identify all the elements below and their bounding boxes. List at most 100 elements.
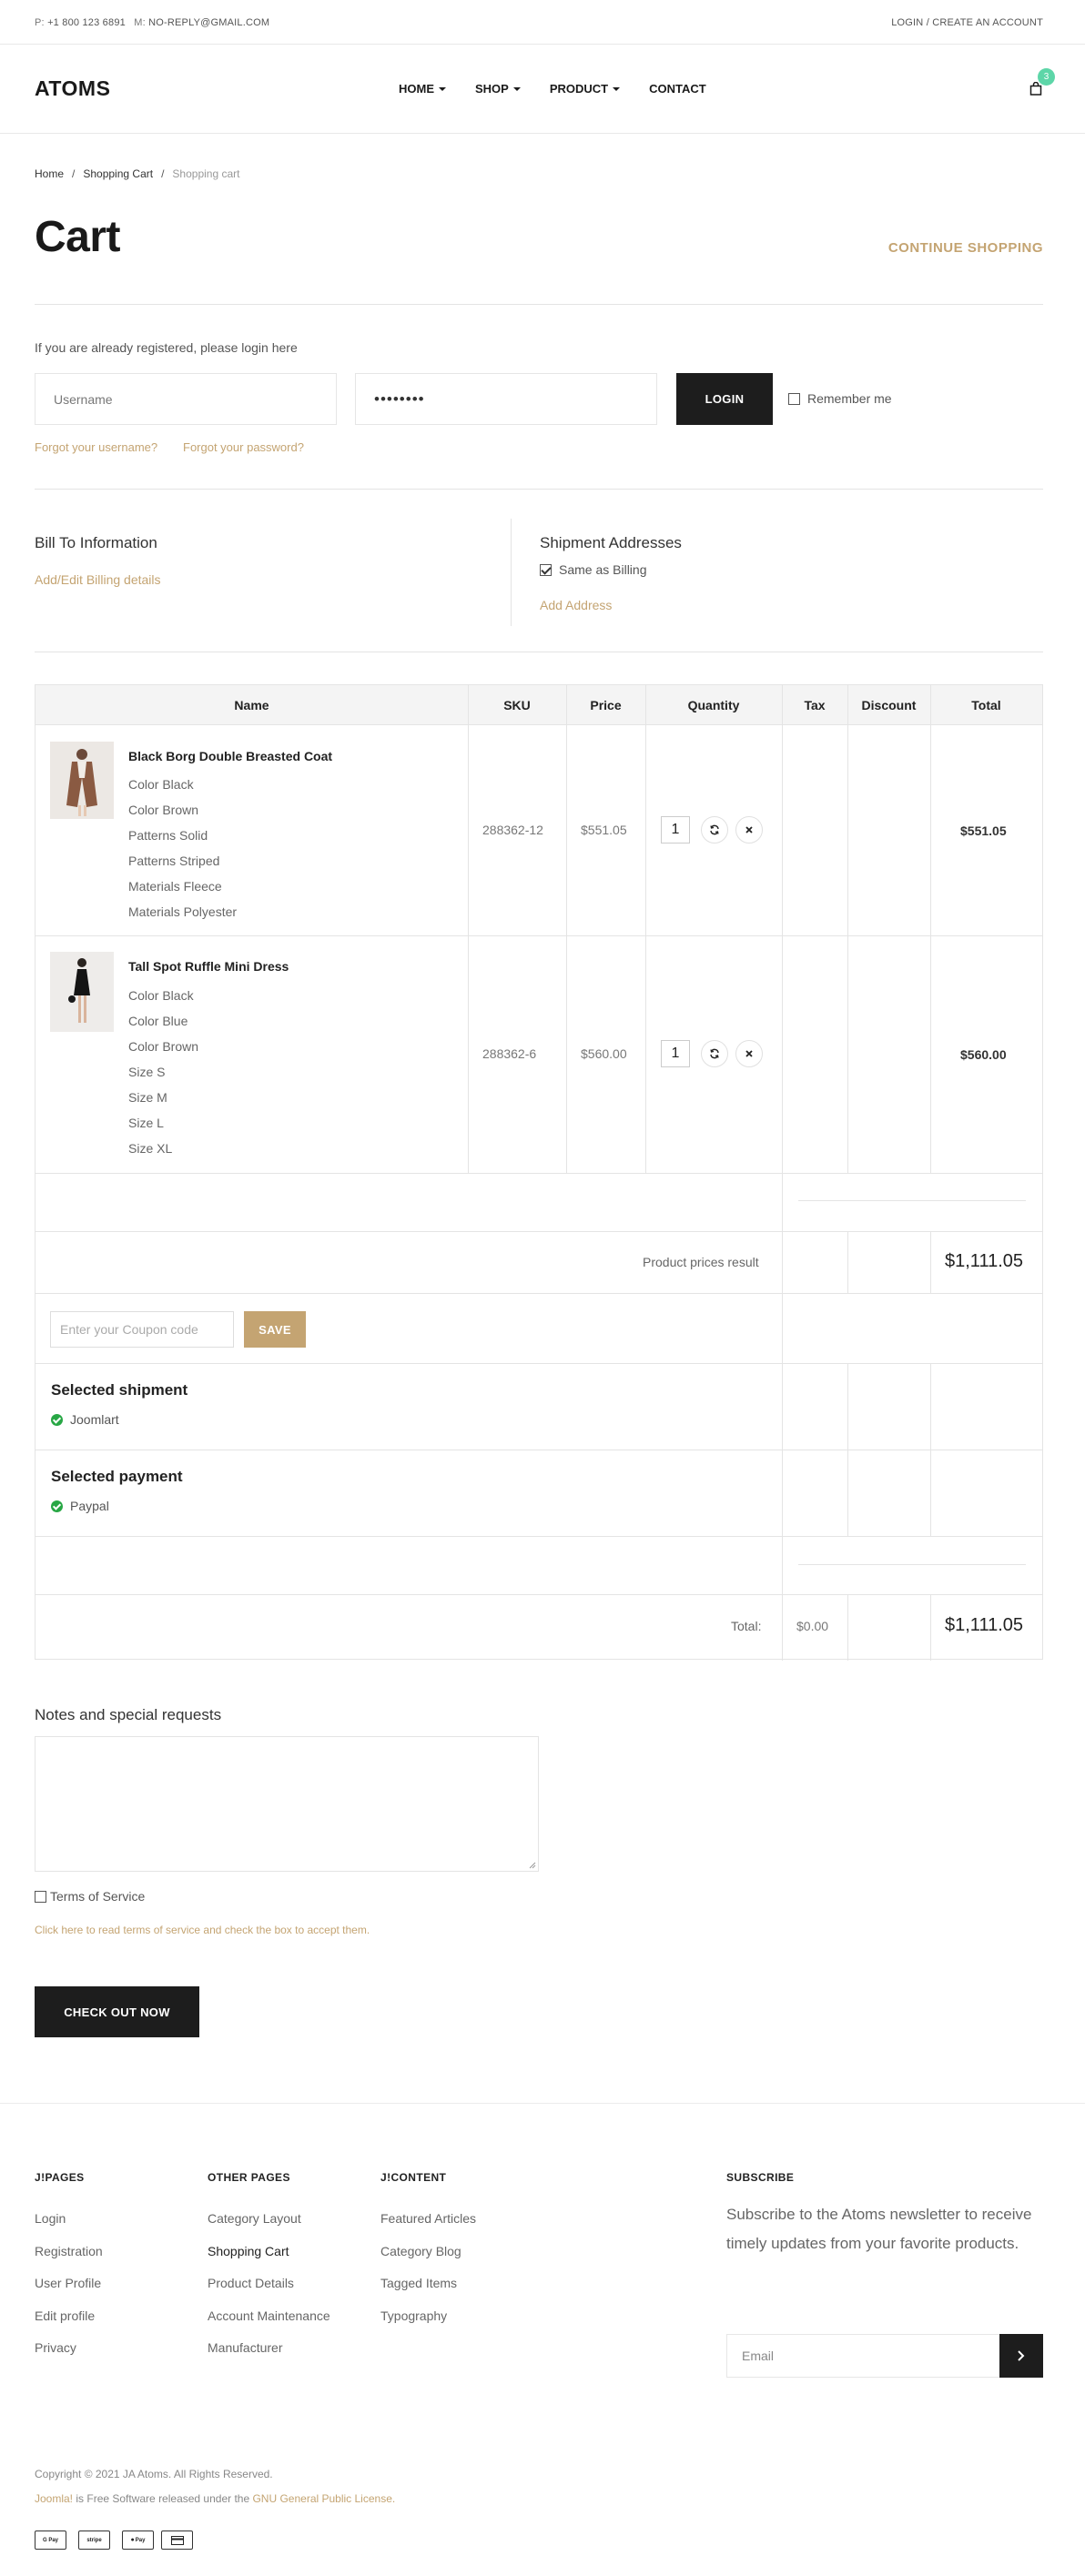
footer-link[interactable]: Account Maintenance <box>208 2308 330 2323</box>
login-create-account-link[interactable]: LOGIN / CREATE AN ACCOUNT <box>891 17 1043 28</box>
notes-textarea[interactable] <box>35 1736 539 1872</box>
product-image-dress[interactable] <box>50 952 114 1032</box>
column-header-total: Total <box>930 685 1042 725</box>
shipment-addresses-title: Shipment Addresses <box>540 534 682 551</box>
subscribe-button[interactable] <box>999 2334 1043 2378</box>
footer-link[interactable]: User Profile <box>35 2276 101 2290</box>
product-image-coat[interactable] <box>50 742 114 819</box>
chevron-down-icon <box>439 86 446 91</box>
edit-billing-link[interactable]: Add/Edit Billing details <box>35 572 161 587</box>
same-as-billing-checkbox[interactable] <box>540 563 552 576</box>
subtotal-separator <box>798 1200 1026 1201</box>
footer-link[interactable]: Login <box>35 2211 66 2226</box>
remove-icon[interactable] <box>735 816 763 844</box>
nav-home[interactable]: HOME <box>399 82 446 96</box>
footer-link[interactable]: Featured Articles <box>380 2211 476 2226</box>
footer-link[interactable]: Category Blog <box>380 2244 461 2258</box>
row-line <box>35 1536 1042 1537</box>
row-line <box>35 1173 1042 1174</box>
card-glyph <box>170 2535 184 2545</box>
nav-shop[interactable]: SHOP <box>475 82 521 96</box>
column-line <box>930 685 931 1173</box>
nav-product[interactable]: PRODUCT <box>550 82 621 96</box>
contact-info: P: +1 800 123 6891 M: NO-REPLY@GMAIL.COM <box>35 17 269 28</box>
apple-pay-label: Pay <box>135 2537 146 2543</box>
column-header-quantity: Quantity <box>645 685 782 725</box>
cart-count-badge: 3 <box>1038 68 1055 86</box>
license-text: Joomla! is Free Software released under … <box>35 2492 395 2505</box>
footer-link[interactable]: Manufacturer <box>208 2340 282 2355</box>
coupon-input[interactable]: Enter your Coupon code <box>50 1311 234 1348</box>
notes-title: Notes and special requests <box>35 1706 222 1723</box>
footer-link[interactable]: Privacy <box>35 2340 76 2355</box>
remember-me[interactable]: Remember me <box>788 391 892 406</box>
quantity-input[interactable]: 1 <box>661 1040 690 1067</box>
check-circle-icon <box>51 1500 63 1512</box>
password-input[interactable]: •••••••• <box>355 373 657 425</box>
username-input[interactable]: Username <box>35 373 337 425</box>
footer-heading-subscribe: SUBSCRIBE <box>726 2171 795 2184</box>
product-total: $551.05 <box>960 823 1007 838</box>
nav-contact[interactable]: CONTACT <box>649 82 706 96</box>
product-attribute: Size XL <box>128 1141 173 1156</box>
nav-home-label: HOME <box>399 82 434 96</box>
divider <box>35 304 1043 305</box>
main-nav: HOME SHOP PRODUCT CONTACT <box>399 82 735 96</box>
forgot-password-link[interactable]: Forgot your password? <box>183 440 304 454</box>
footer-link-active[interactable]: Shopping Cart <box>208 2244 289 2258</box>
shopping-bag-icon[interactable] <box>1029 82 1042 96</box>
product-name[interactable]: Black Borg Double Breasted Coat <box>128 749 332 763</box>
same-as-billing[interactable]: Same as Billing <box>540 562 647 577</box>
breadcrumb-current: Shopping cart <box>172 167 240 180</box>
terms-link[interactable]: Click here to read terms of service and … <box>35 1924 370 1936</box>
logo[interactable]: ATOMS <box>35 76 110 101</box>
footer-link[interactable]: Product Details <box>208 2276 294 2290</box>
refresh-icon[interactable] <box>701 1040 728 1067</box>
product-attribute: Size M <box>128 1090 167 1105</box>
joomla-link[interactable]: Joomla! <box>35 2492 73 2505</box>
remove-icon[interactable] <box>735 1040 763 1067</box>
column-line <box>468 685 469 1173</box>
breadcrumb-shopping-cart[interactable]: Shopping Cart <box>83 167 153 180</box>
column-header-discount: Discount <box>847 685 930 725</box>
terms-of-service[interactable]: Terms of Service <box>35 1889 145 1904</box>
selected-payment: Paypal <box>51 1499 109 1513</box>
resize-handle-icon[interactable] <box>529 1862 536 1869</box>
product-attribute: Patterns Striped <box>128 854 220 868</box>
newsletter-email-input[interactable]: Email <box>726 2334 999 2378</box>
breadcrumb-home[interactable]: Home <box>35 167 64 180</box>
quantity-input[interactable]: 1 <box>661 816 690 844</box>
footer-link[interactable]: Category Layout <box>208 2211 301 2226</box>
breadcrumb-separator: / <box>161 167 165 180</box>
terms-label: Terms of Service <box>50 1889 146 1904</box>
nav-contact-label: CONTACT <box>649 82 706 96</box>
continue-shopping-link[interactable]: CONTINUE SHOPPING <box>888 240 1043 256</box>
product-price: $551.05 <box>581 823 627 837</box>
remember-me-checkbox[interactable] <box>788 392 800 405</box>
product-attribute: Color Blue <box>128 1014 188 1028</box>
page-title: Cart <box>35 213 121 261</box>
refresh-icon[interactable] <box>701 816 728 844</box>
login-button[interactable]: LOGIN <box>676 373 773 425</box>
footer-link[interactable]: Typography <box>380 2308 447 2323</box>
footer-link[interactable]: Registration <box>35 2244 103 2258</box>
add-address-link[interactable]: Add Address <box>540 598 612 612</box>
terms-checkbox[interactable] <box>35 1890 46 1903</box>
subscribe-text: Subscribe to the Atoms newsletter to rec… <box>726 2206 1032 2252</box>
forgot-username-link[interactable]: Forgot your username? <box>35 440 157 454</box>
bill-to-title: Bill To Information <box>35 534 157 551</box>
license-middle: is Free Software released under the <box>73 2492 253 2505</box>
apple-glyph: ● <box>130 2537 135 2543</box>
product-name[interactable]: Tall Spot Ruffle Mini Dress <box>128 959 289 974</box>
footer-heading-jpages: J!PAGES <box>35 2171 85 2184</box>
check-out-button[interactable]: CHECK OUT NOW <box>35 1986 199 2037</box>
save-coupon-button[interactable]: SAVE <box>244 1311 306 1348</box>
product-attribute: Patterns Solid <box>128 828 208 843</box>
total-tax: $0.00 <box>796 1619 829 1633</box>
footer-link[interactable]: Edit profile <box>35 2308 95 2323</box>
footer-link[interactable]: Tagged Items <box>380 2276 457 2290</box>
gnu-license-link[interactable]: GNU General Public License. <box>252 2492 395 2505</box>
mail-prefix: M: <box>134 17 146 28</box>
column-divider <box>511 519 512 626</box>
phone-number: +1 800 123 6891 <box>47 17 126 28</box>
